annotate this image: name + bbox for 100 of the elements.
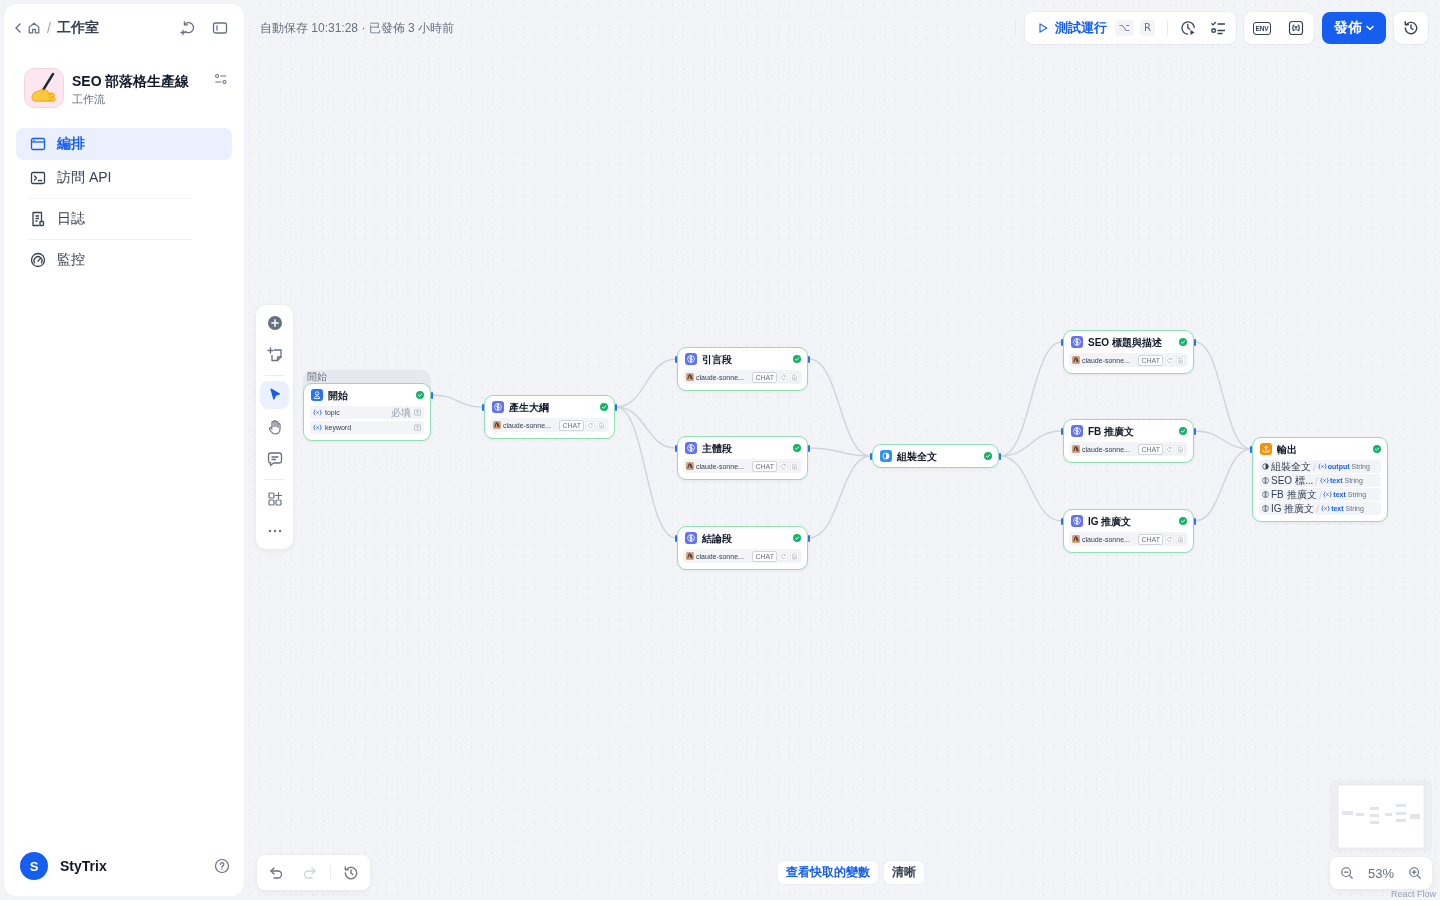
node-title: 組裝全文	[897, 449, 937, 463]
half-circle-icon	[1262, 463, 1269, 470]
document-icon	[790, 372, 799, 382]
cycle-icon	[1165, 444, 1174, 454]
version-history-button[interactable]	[1394, 12, 1428, 44]
document-icon	[597, 420, 606, 430]
refresh-icon[interactable]	[180, 20, 196, 36]
test-run-button[interactable]: 測試運行 ⌥ R	[1028, 14, 1161, 42]
node-title: 引言段	[702, 352, 732, 366]
sliders-icon[interactable]	[214, 72, 228, 86]
node-title: 結論段	[702, 531, 732, 545]
clear-button[interactable]: 清晰	[884, 861, 924, 884]
node-title: 輸出	[1277, 442, 1297, 456]
checklist-icon	[1210, 20, 1226, 36]
grid-plus-icon	[266, 491, 283, 507]
node-title: IG 推廣文	[1088, 514, 1132, 528]
connection-handle[interactable]	[615, 403, 617, 411]
model-logo-icon	[686, 462, 694, 470]
connection-handle[interactable]	[870, 452, 872, 460]
view-cached-variables-button[interactable]: 查看快取的變數	[778, 861, 878, 884]
connection-handle[interactable]	[1194, 517, 1196, 525]
cycle-icon	[779, 551, 788, 561]
connection-handle[interactable]	[808, 444, 810, 452]
cycle-icon	[779, 461, 788, 471]
connection-handle[interactable]	[1194, 427, 1196, 435]
terminal-icon	[30, 170, 46, 186]
source-node-name: FB 推廣文	[1271, 488, 1317, 501]
brain-icon	[685, 353, 697, 365]
brain-icon	[1071, 425, 1083, 437]
connection-handle[interactable]	[1250, 445, 1252, 453]
brain-icon	[1262, 477, 1269, 484]
model-logo-icon	[1072, 535, 1080, 543]
breadcrumb-current[interactable]: 工作室	[56, 19, 99, 37]
connection-handle[interactable]	[675, 355, 677, 363]
play-icon	[1036, 22, 1049, 34]
publish-button[interactable]: 發佈	[1322, 12, 1386, 44]
node-title: 開始	[328, 388, 348, 402]
autosave-status: 自動保存 10:31:28 · 已發佈 3 小時前	[260, 19, 455, 37]
model-logo-icon	[493, 421, 501, 429]
user-name: StyTrix	[60, 858, 107, 874]
nav-item[interactable]: 編排	[16, 128, 232, 160]
document-icon	[1176, 444, 1185, 454]
brain-icon	[492, 401, 504, 413]
window-icon	[30, 136, 46, 152]
variable-icon	[1323, 491, 1333, 498]
nav-item[interactable]: 訪問 API	[16, 162, 232, 194]
connection-handle[interactable]	[999, 452, 1001, 460]
connection-handle[interactable]	[808, 355, 810, 363]
workflow-node[interactable]: 組裝全文	[872, 444, 999, 468]
text-field-icon	[414, 409, 421, 416]
connection-handle[interactable]	[1194, 338, 1196, 346]
document-icon	[790, 551, 799, 561]
document-icon	[30, 211, 46, 227]
zoom-out-icon[interactable]	[1340, 866, 1354, 880]
variable-icon	[1321, 505, 1331, 512]
connection-line	[431, 394, 484, 408]
document-icon	[1176, 534, 1185, 544]
half-circle-icon	[880, 450, 892, 462]
source-node-name: 組裝全文	[1271, 460, 1311, 473]
breadcrumb-separator: /	[47, 20, 51, 36]
app-type: 工作流	[72, 92, 106, 106]
back-chevron-icon[interactable]	[15, 23, 21, 33]
brain-icon	[1071, 336, 1083, 348]
app-name: SEO 部落格生產線	[72, 72, 190, 90]
brain-icon	[1262, 491, 1269, 498]
required-tag: 必填	[391, 406, 411, 419]
source-node-name: IG 推廣文	[1271, 502, 1315, 515]
zoom-in-icon[interactable]	[1408, 866, 1422, 880]
user-avatar[interactable]: S	[20, 852, 48, 880]
cycle-icon	[1165, 534, 1174, 544]
connection-handle[interactable]	[675, 534, 677, 542]
zoom-level[interactable]: 53%	[1368, 865, 1394, 881]
connection-handle[interactable]	[431, 391, 433, 399]
clock-play-icon	[1180, 20, 1196, 36]
model-logo-icon	[1072, 445, 1080, 453]
cycle-icon	[779, 372, 788, 382]
variable-icon	[313, 409, 322, 416]
connection-handle[interactable]	[1061, 338, 1063, 346]
brain-icon	[685, 442, 697, 454]
model-logo-icon	[686, 552, 694, 560]
variable-icon	[313, 424, 322, 431]
connection-handle[interactable]	[675, 444, 677, 452]
connection-handle[interactable]	[482, 403, 484, 411]
brain-icon	[1071, 515, 1083, 527]
shortcut-key: R	[1140, 20, 1155, 36]
help-icon[interactable]	[214, 858, 230, 874]
nav-item[interactable]: 日誌	[16, 203, 232, 235]
brain-icon	[685, 532, 697, 544]
connection-handle[interactable]	[1061, 427, 1063, 435]
gauge-icon	[30, 252, 46, 268]
variable-icon	[1320, 477, 1330, 484]
connection-handle[interactable]	[1061, 517, 1063, 525]
nav-item[interactable]: 監控	[16, 244, 232, 276]
connection-handle[interactable]	[808, 534, 810, 542]
variable-box-icon	[1288, 20, 1304, 36]
note-add-icon	[266, 347, 283, 363]
home-icon[interactable]	[27, 21, 41, 35]
history-icon	[1403, 20, 1419, 36]
pointer-mode-button[interactable]	[260, 381, 289, 409]
sidebar-toggle-icon[interactable]	[212, 20, 228, 36]
